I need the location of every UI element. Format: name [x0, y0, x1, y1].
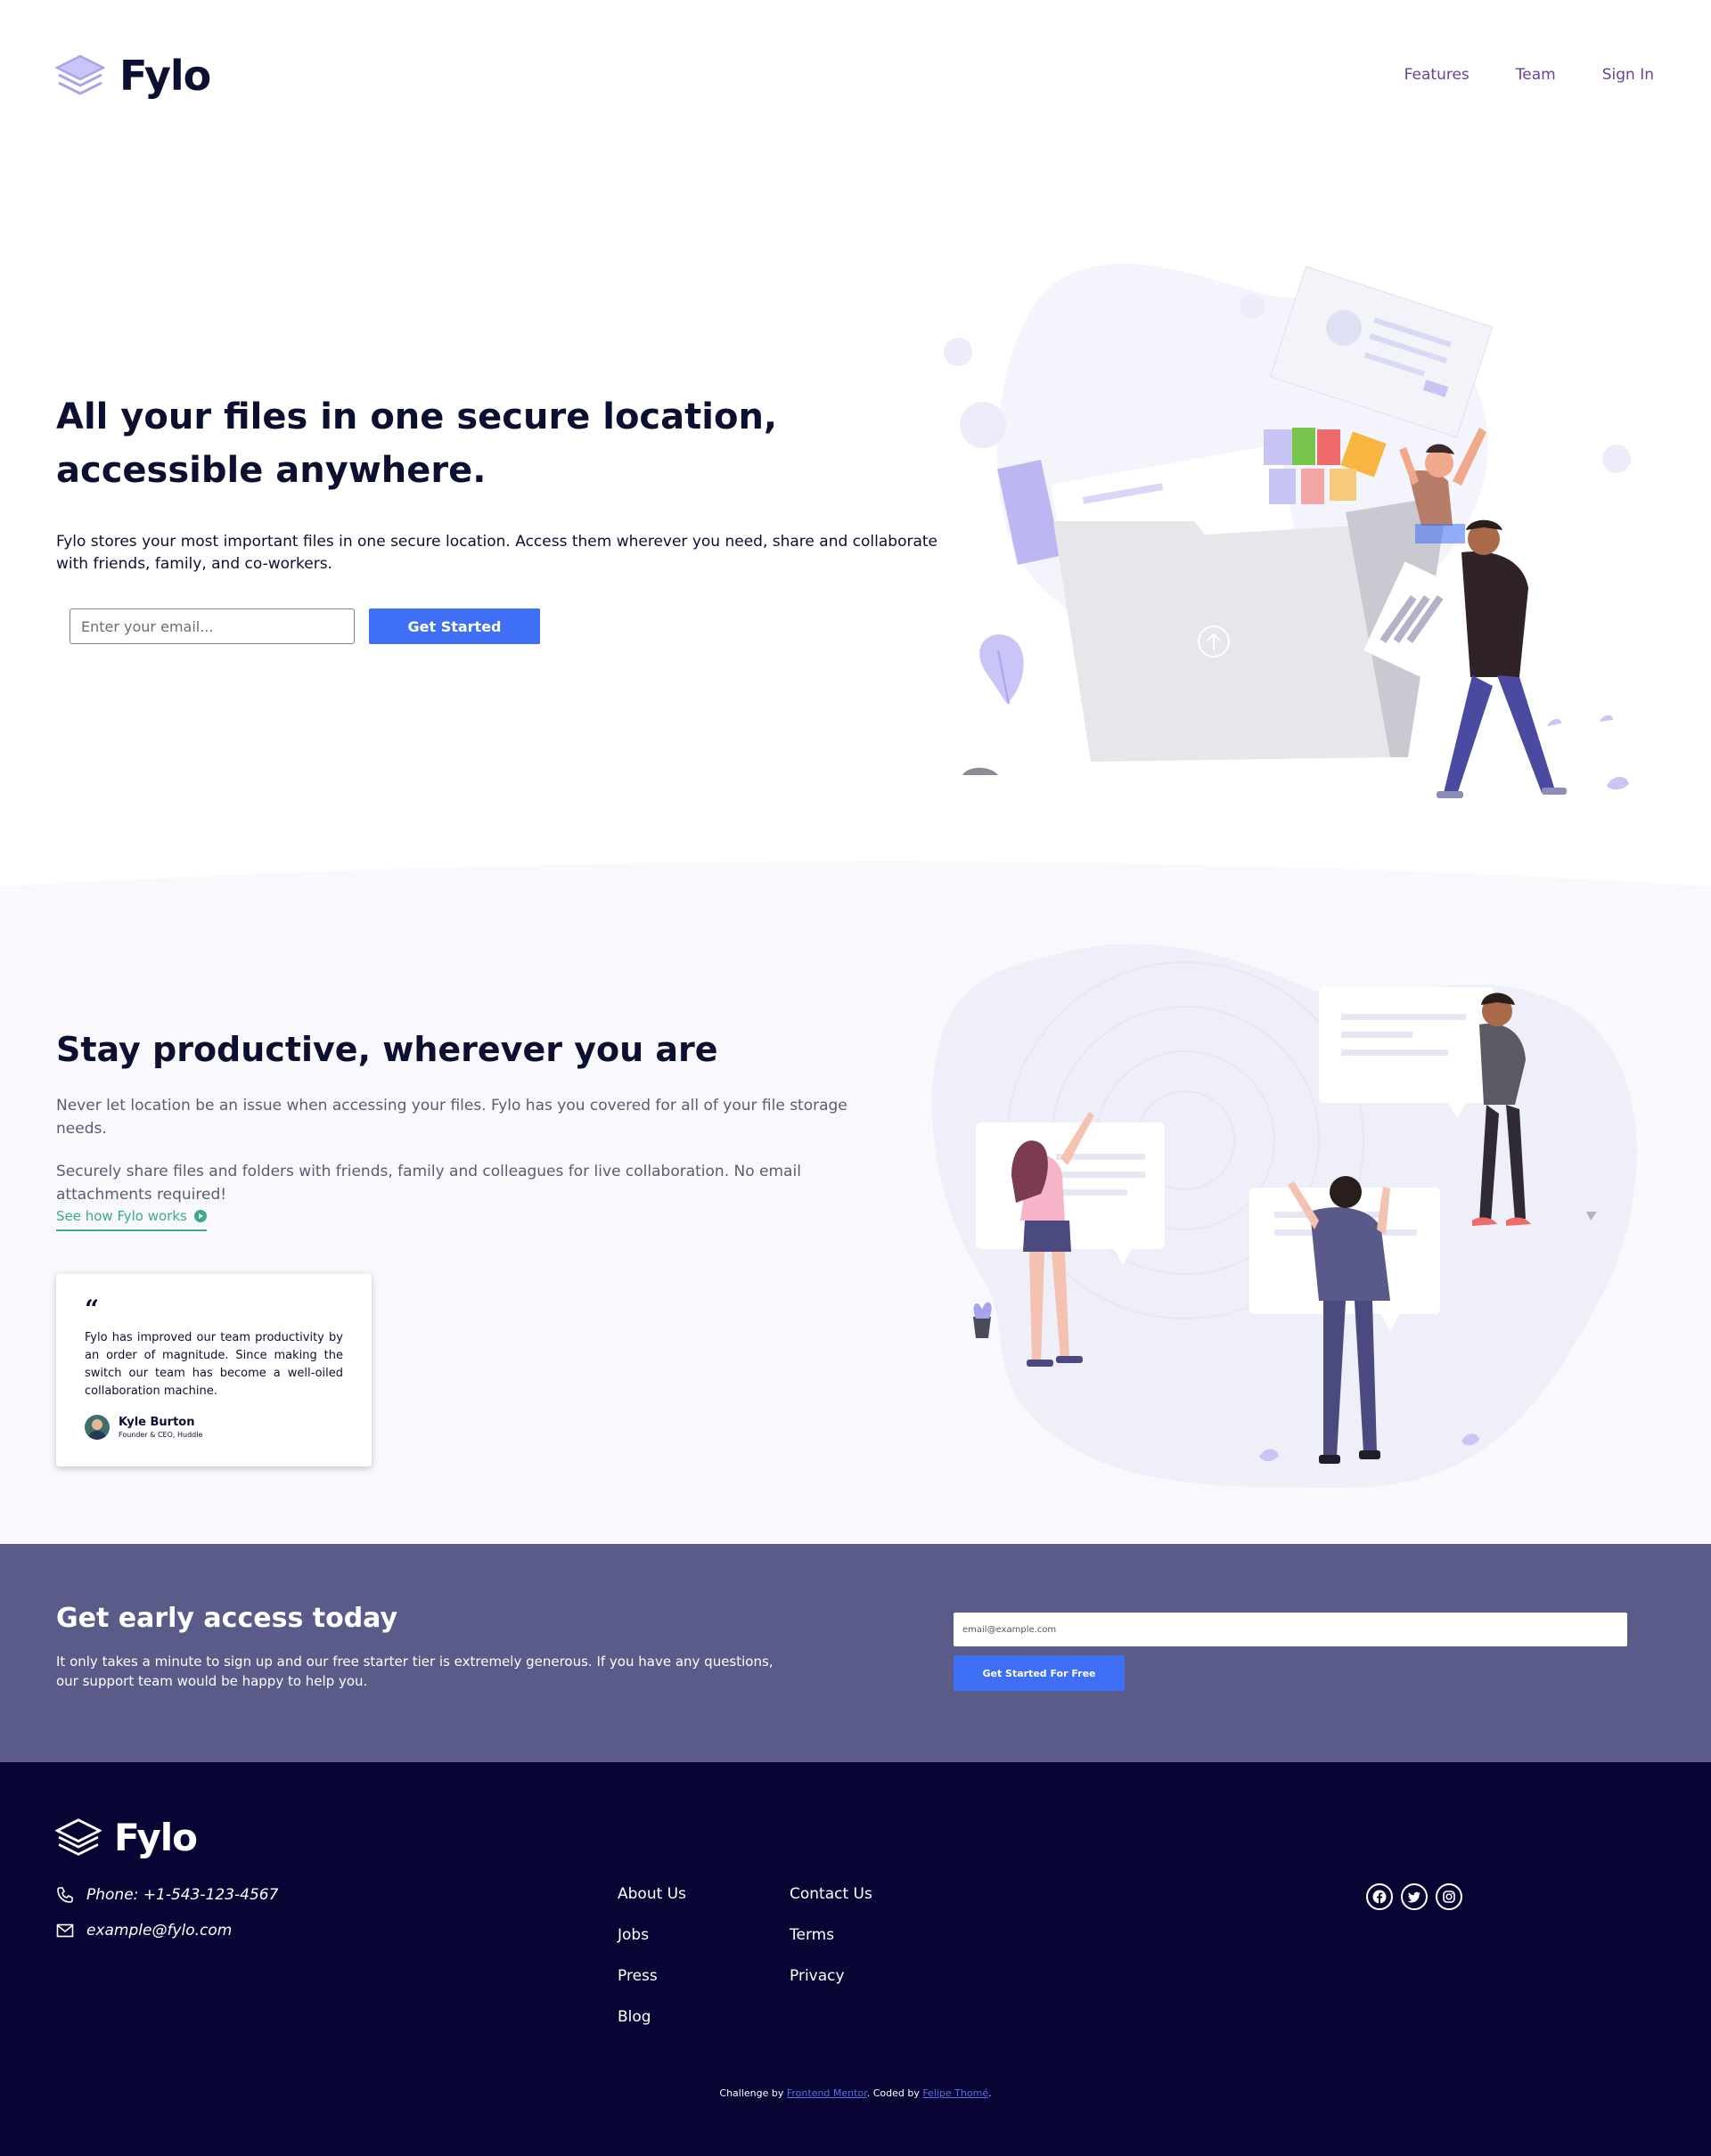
footer-brand-name: Fylo: [114, 1816, 198, 1859]
footer-link-about-us[interactable]: About Us: [618, 1883, 686, 1905]
twitter-icon: [1407, 1891, 1420, 1903]
see-how-fylo-works-link[interactable]: See how Fylo works: [56, 1208, 207, 1231]
attribution: Challenge by Frontend Mentor. Coded by F…: [0, 2087, 1711, 2099]
nav-link-sign-in[interactable]: Sign In: [1602, 66, 1654, 84]
hero-signup-form: Get Started: [70, 608, 540, 644]
testimonial-name: Kyle Burton: [119, 1416, 195, 1429]
nav-link-features[interactable]: Features: [1404, 66, 1469, 84]
social-links: [1366, 1883, 1462, 1910]
productive-paragraph-2: Securely share files and folders with fr…: [56, 1163, 801, 1204]
hero-title: All your files in one secure location, a…: [56, 396, 778, 491]
footer-link-press[interactable]: Press: [618, 1965, 686, 1987]
layers-icon: [55, 1817, 102, 1856]
productive-text: Stay productive, wherever you are Never …: [56, 1025, 858, 1206]
instagram-link[interactable]: [1436, 1883, 1462, 1910]
testimonial-role: Founder & CEO, Huddle: [119, 1431, 203, 1439]
quote-icon: “: [85, 1294, 100, 1324]
early-access-email-input[interactable]: [954, 1613, 1627, 1646]
early-access-description: It only takes a minute to sign up and ou…: [56, 1654, 774, 1689]
footer-link-privacy[interactable]: Privacy: [790, 1965, 872, 1987]
hero-illustration: [944, 263, 1631, 798]
attribution-middle: . Coded by: [866, 2087, 923, 2099]
hero-description: Fylo stores your most important files in…: [56, 533, 938, 573]
attribution-suffix: .: [988, 2087, 992, 2099]
attribution-prefix: Challenge by: [719, 2087, 787, 2099]
nav-links: Features Team Sign In: [1404, 66, 1654, 84]
footer-phone-row: Phone: +1-543-123-4567: [56, 1884, 278, 1906]
testimonial-author: Kyle Burton Founder & CEO, Huddle: [85, 1415, 343, 1440]
footer-link-contact-us[interactable]: Contact Us: [790, 1883, 872, 1905]
avatar: [85, 1415, 110, 1440]
footer-links-column-1: About Us Jobs Press Blog: [618, 1883, 686, 2047]
footer-link-terms[interactable]: Terms: [790, 1924, 872, 1946]
footer-link-blog[interactable]: Blog: [618, 2006, 686, 2028]
arrow-circle-icon: [193, 1210, 207, 1222]
facebook-link[interactable]: [1366, 1883, 1393, 1910]
footer-phone: Phone: +1-543-123-4567: [86, 1886, 279, 1904]
nav-link-team[interactable]: Team: [1516, 66, 1556, 84]
early-access-title: Get early access today: [56, 1603, 398, 1634]
productive-title: Stay productive, wherever you are: [56, 1030, 718, 1069]
author-link[interactable]: Felipe Thomé: [922, 2087, 988, 2099]
get-started-button[interactable]: Get Started: [369, 608, 540, 644]
hero-email-input[interactable]: [70, 608, 355, 644]
mail-icon: [56, 1923, 74, 1938]
footer-link-jobs[interactable]: Jobs: [618, 1924, 686, 1946]
footer: Fylo Phone: +1-543-123-4567 example@fylo…: [0, 1762, 1711, 2156]
see-how-label: See how Fylo works: [56, 1208, 187, 1224]
testimonial-text: Fylo has improved our team productivity …: [85, 1331, 343, 1398]
twitter-link[interactable]: [1401, 1883, 1428, 1910]
instagram-icon: [1443, 1891, 1455, 1903]
footer-links-column-2: Contact Us Terms Privacy: [790, 1883, 872, 2006]
layers-icon: [55, 54, 105, 95]
footer-email: example@fylo.com: [86, 1922, 233, 1940]
brand-name: Fylo: [119, 52, 211, 100]
footer-contact: Phone: +1-543-123-4567 example@fylo.com: [56, 1884, 278, 1956]
productive-paragraph-1: Never let location be an issue when acce…: [56, 1097, 847, 1138]
productive-illustration: [931, 943, 1637, 1488]
get-started-for-free-button[interactable]: Get Started For Free: [954, 1655, 1125, 1691]
testimonial-card: “ Fylo has improved our team productivit…: [56, 1274, 372, 1466]
footer-logo[interactable]: Fylo: [55, 1816, 198, 1859]
frontend-mentor-link[interactable]: Frontend Mentor: [787, 2087, 867, 2099]
footer-email-row: example@fylo.com: [56, 1920, 278, 1941]
early-access-section: Get early access today It only takes a m…: [0, 1544, 1711, 1762]
facebook-icon: [1372, 1890, 1387, 1904]
phone-icon: [57, 1887, 73, 1903]
hero-text: All your files in one secure location, a…: [56, 390, 937, 576]
brand-logo[interactable]: Fylo: [55, 52, 211, 100]
top-nav: Fylo Features Team Sign In: [0, 0, 1711, 151]
